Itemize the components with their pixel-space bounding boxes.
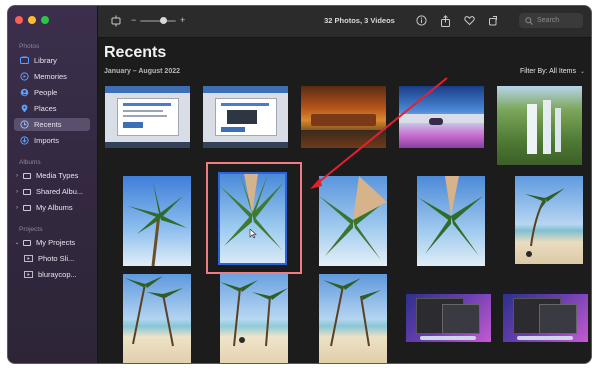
people-icon [20,88,29,97]
sidebar-item-bluraycopy[interactable]: bluraycop... [22,268,90,281]
sidebar-item-label: Photo Sli... [38,254,75,263]
photo-count: 32 Photos, 3 Videos [324,16,395,25]
sidebar-item-media-types[interactable]: › Media Types [12,169,88,182]
sidebar-item-label: Library [34,56,57,65]
sidebar-item-library[interactable]: Library [14,54,90,67]
slideshow-icon [24,270,33,279]
sidebar-item-label: Imports [34,136,60,145]
sidebar-section-photos: Photos [19,43,40,50]
sidebar-item-photo-slideshow[interactable]: Photo Sli... [22,252,90,265]
annotation-arrow [310,77,448,189]
window-controls [15,16,49,24]
search-placeholder: Search [537,17,560,24]
sidebar-section-projects: Projects [19,226,43,233]
slideshow-icon [24,254,33,263]
search-field[interactable]: Search [519,13,583,28]
photos-window: Photos Library Memories People Places Re… [8,6,591,363]
sidebar-item-label: My Albums [36,203,73,212]
folder-icon [23,204,31,211]
sidebar-item-label: My Projects [36,238,76,247]
library-icon [20,56,29,65]
favorite-heart-icon[interactable] [464,15,475,29]
zoom-button[interactable] [41,16,49,24]
sidebar-item-label: Recents [34,120,62,129]
sidebar-item-my-albums[interactable]: › My Albums [12,201,88,214]
disclosure-chevron-icon[interactable]: › [14,173,20,179]
disclosure-chevron-icon[interactable]: › [14,189,20,195]
toolbar: − + 32 Photos, 3 Videos Search [98,6,591,38]
close-button[interactable] [15,16,23,24]
sidebar-item-my-projects[interactable]: ⌄ My Projects [12,236,88,249]
sidebar-item-recents[interactable]: Recents [14,118,90,131]
folder-icon [23,239,31,246]
sidebar-item-people[interactable]: People [14,86,90,99]
search-icon [525,16,533,25]
memories-icon [20,72,29,81]
info-icon[interactable] [416,15,427,29]
sidebar-item-label: People [34,88,58,97]
folder-icon [23,172,31,179]
share-icon[interactable] [440,15,451,30]
disclosure-chevron-icon[interactable]: › [14,205,20,211]
recents-icon [20,120,29,129]
imports-icon [20,136,29,145]
sidebar-item-label: Shared Albu... [36,187,84,196]
sidebar-item-shared-albums[interactable]: › Shared Albu... [12,185,88,198]
main-content: Recents January – August 2022 Filter By:… [98,38,591,363]
rotate-photo-icon[interactable] [488,15,499,29]
sidebar-item-memories[interactable]: Memories [14,70,90,83]
sidebar-item-imports[interactable]: Imports [14,134,90,147]
sidebar-section-albums: Albums [19,159,41,166]
minimize-button[interactable] [28,16,36,24]
sidebar-item-label: bluraycop... [38,270,77,279]
places-icon [20,104,29,113]
disclosure-chevron-icon[interactable]: ⌄ [14,239,20,246]
sidebar-item-label: Places [34,104,57,113]
sidebar: Photos Library Memories People Places Re… [8,6,98,363]
sidebar-item-label: Media Types [36,171,79,180]
folder-icon [23,188,31,195]
sidebar-item-label: Memories [34,72,67,81]
sidebar-item-places[interactable]: Places [14,102,90,115]
